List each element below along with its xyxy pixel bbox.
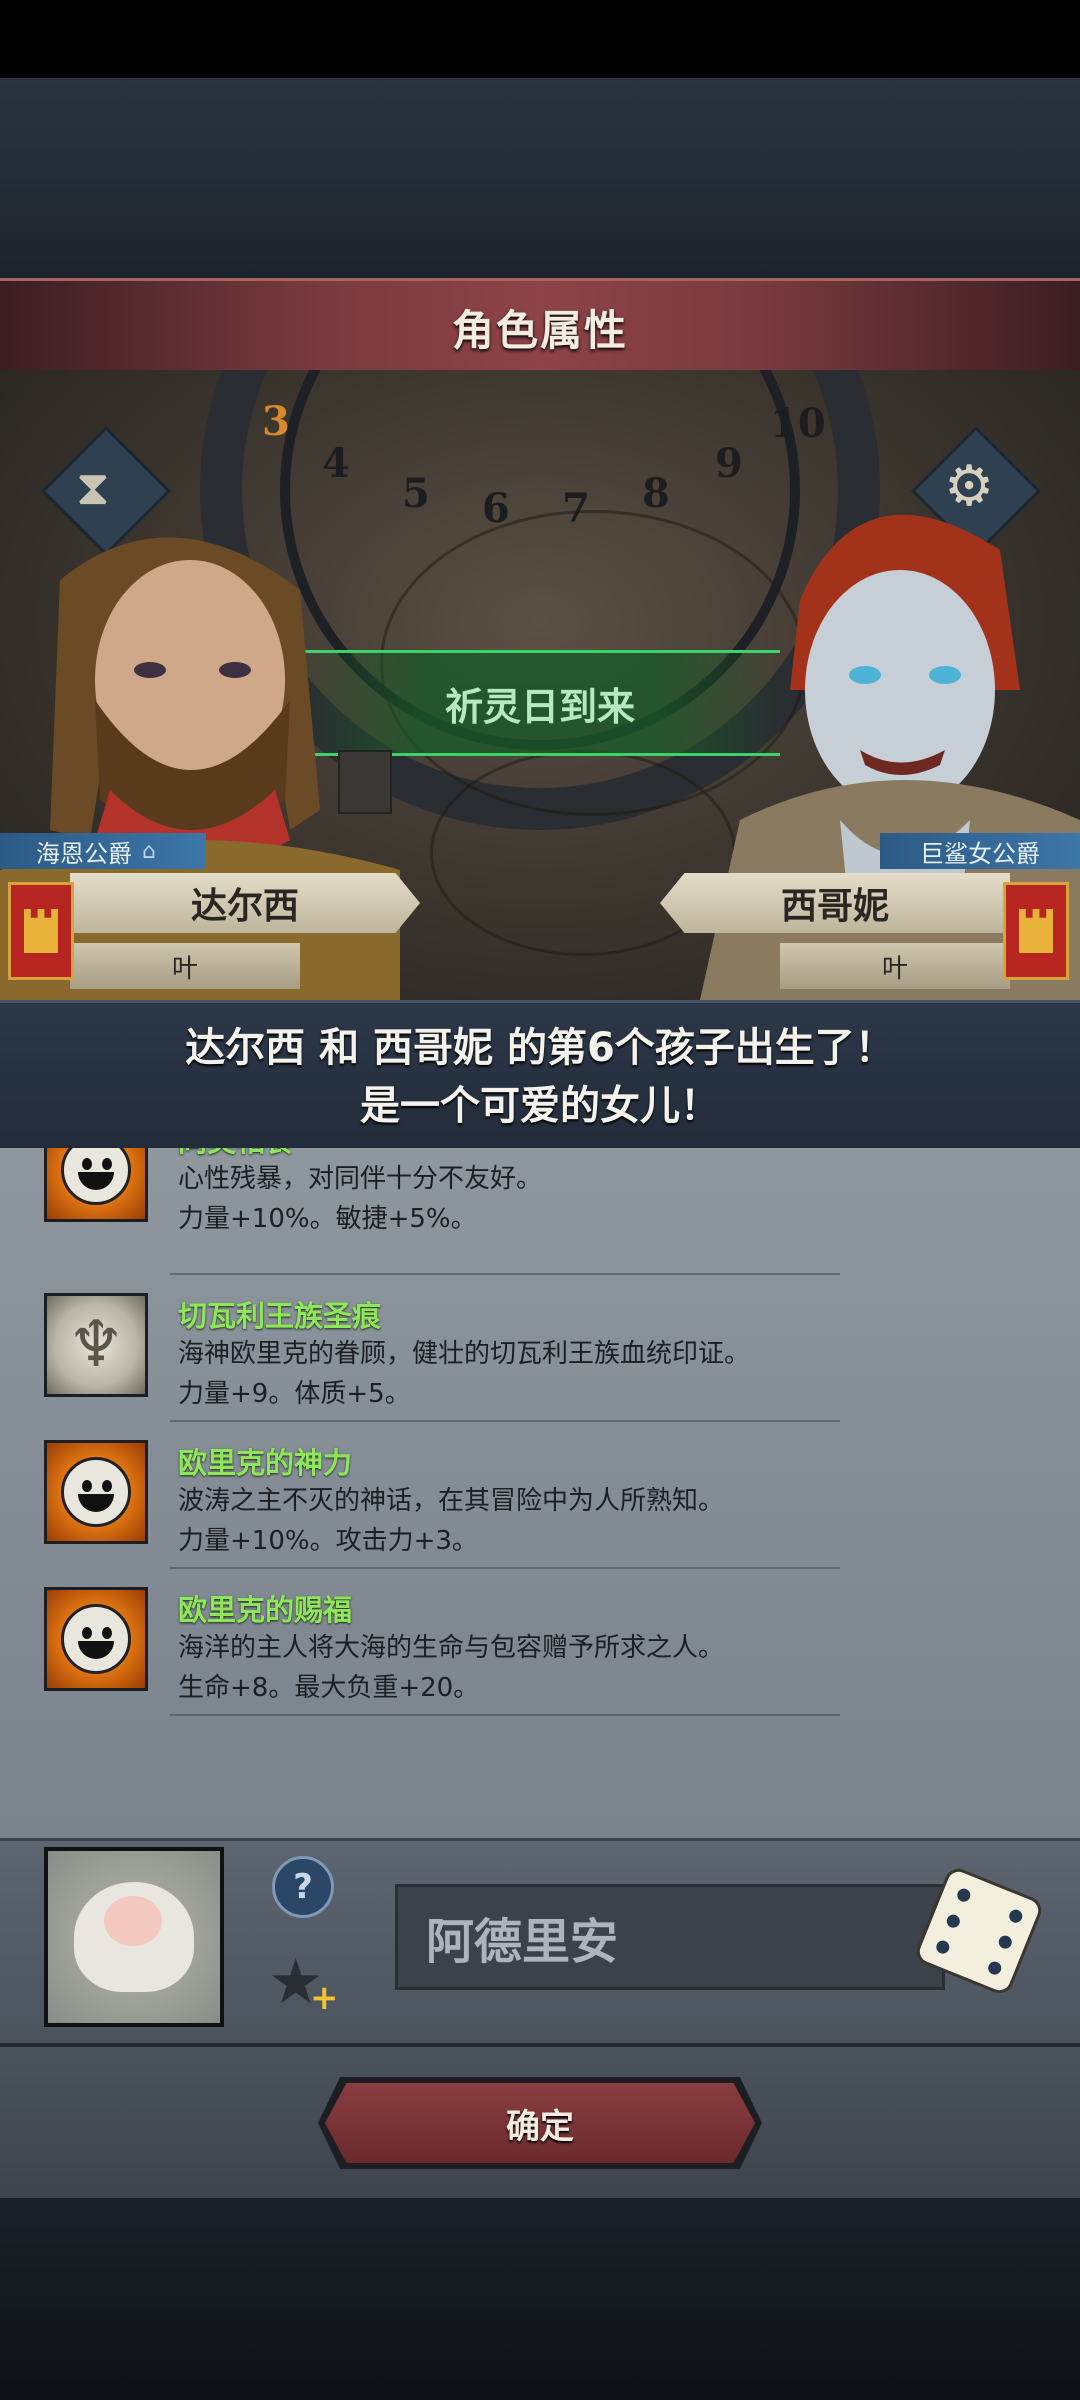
trident-icon: ♆ — [44, 1293, 148, 1397]
wheel-number: 10 — [770, 400, 826, 447]
left-house-flag-icon — [8, 882, 74, 980]
trait-stat: 生命+8。最大负重+20。 — [178, 1673, 480, 1703]
confirm-button[interactable]: 确定 — [325, 2083, 755, 2163]
title-bar: 角色属性 — [0, 278, 1080, 376]
wheel-number: 4 — [322, 440, 350, 487]
trait-item[interactable]: 同类相食 心性残暴，对同伴十分不友好。 力量+10%。敏捷+5%。 — [0, 1148, 1080, 1264]
trait-stat: 力量+10%。敏捷+5%。 — [178, 1204, 477, 1234]
family-scene: 3 4 5 6 7 8 9 10 ⧗ ⚙ 祈灵日到来 海恩公爵 ⌂ 达尔西 叶 … — [0, 370, 1080, 1000]
trait-item[interactable]: 欧里克的赐福 海洋的主人将大海的生命与包容赠予所求之人。 生命+8。最大负重+2… — [0, 1587, 1080, 1733]
wheel-number: 6 — [482, 485, 510, 532]
confirm-label: 确定 — [506, 2106, 574, 2147]
smiley-sun-icon — [44, 1587, 148, 1691]
wheel-number: 5 — [402, 470, 430, 517]
baby-portrait — [44, 1847, 224, 2027]
announcement-line-2: 是一个可爱的女儿！ — [360, 1083, 720, 1129]
plus-icon: + — [310, 1978, 339, 2018]
right-sub-banner: 叶 — [780, 943, 1010, 989]
trait-description: 海洋的主人将大海的生命与包容赠予所求之人。 — [178, 1633, 725, 1663]
background-upper — [0, 78, 1080, 278]
wheel-number-highlight: 3 — [262, 398, 290, 445]
right-character-title: 巨鲨女公爵 — [920, 839, 1040, 868]
left-character-name: 达尔西 — [190, 886, 299, 927]
background-lower — [0, 2198, 1080, 2400]
child-name-input[interactable]: 阿德里安 — [395, 1884, 945, 1990]
trait-stat: 力量+9。体质+5。 — [178, 1379, 411, 1409]
wheel-number: 7 — [562, 485, 590, 532]
left-title-tag: 海恩公爵 ⌂ — [0, 833, 206, 869]
trait-item[interactable]: ♆ 切瓦利王族圣痕 海神欧里克的眷顾，健壮的切瓦利王族血统印证。 力量+9。体质… — [0, 1293, 1080, 1439]
status-bar-area — [0, 0, 1080, 78]
trait-description: 波涛之主不灭的神话，在其冒险中为人所熟知。 — [178, 1486, 725, 1516]
birth-announcement: 达尔西 和 西哥妮 的第6个孩子出生了！ 是一个可爱的女儿！ — [0, 1000, 1080, 1155]
trait-stat: 力量+10%。攻击力+3。 — [178, 1526, 478, 1556]
smiley-sun-icon — [44, 1148, 148, 1222]
right-character-name: 西哥妮 — [780, 886, 889, 927]
right-title-tag: 巨鲨女公爵 — [880, 833, 1080, 869]
right-name-banner[interactable]: 西哥妮 — [660, 873, 1010, 933]
smiley-sun-icon — [44, 1440, 148, 1544]
question-icon: ? — [293, 1867, 313, 1907]
left-name-banner[interactable]: 达尔西 — [70, 873, 420, 933]
right-house-flag-icon — [1003, 882, 1069, 980]
wheel-number: 8 — [642, 470, 670, 517]
trait-name: 切瓦利王族圣痕 — [178, 1299, 382, 1333]
trait-list[interactable]: 同类相食 心性残暴，对同伴十分不友好。 力量+10%。敏捷+5%。 ♆ 切瓦利王… — [0, 1148, 1080, 1838]
trait-description: 心性残暴，对同伴十分不友好。 — [178, 1164, 543, 1194]
left-sub-banner: 叶 — [70, 943, 300, 989]
child-name-value: 阿德里安 — [426, 1914, 619, 1970]
trait-name: 欧里克的神力 — [178, 1446, 353, 1480]
left-character-title: 海恩公爵 — [36, 839, 132, 868]
trait-item[interactable]: 欧里克的神力 波涛之主不灭的神话，在其冒险中为人所熟知。 力量+10%。攻击力+… — [0, 1440, 1080, 1586]
trait-name: 欧里克的赐福 — [178, 1593, 353, 1627]
help-button[interactable]: ? — [272, 1856, 334, 1918]
announcement-line-1: 达尔西 和 西哥妮 的第6个孩子出生了！ — [185, 1025, 895, 1071]
wheel-number: 9 — [715, 440, 743, 487]
page-title: 角色属性 — [451, 305, 628, 355]
house-icon: ⌂ — [142, 838, 156, 864]
event-text: 祈灵日到来 — [444, 684, 635, 729]
hourglass-icon: ⧗ — [76, 460, 110, 516]
trait-description: 海神欧里克的眷顾，健壮的切瓦利王族血统印证。 — [178, 1339, 751, 1369]
